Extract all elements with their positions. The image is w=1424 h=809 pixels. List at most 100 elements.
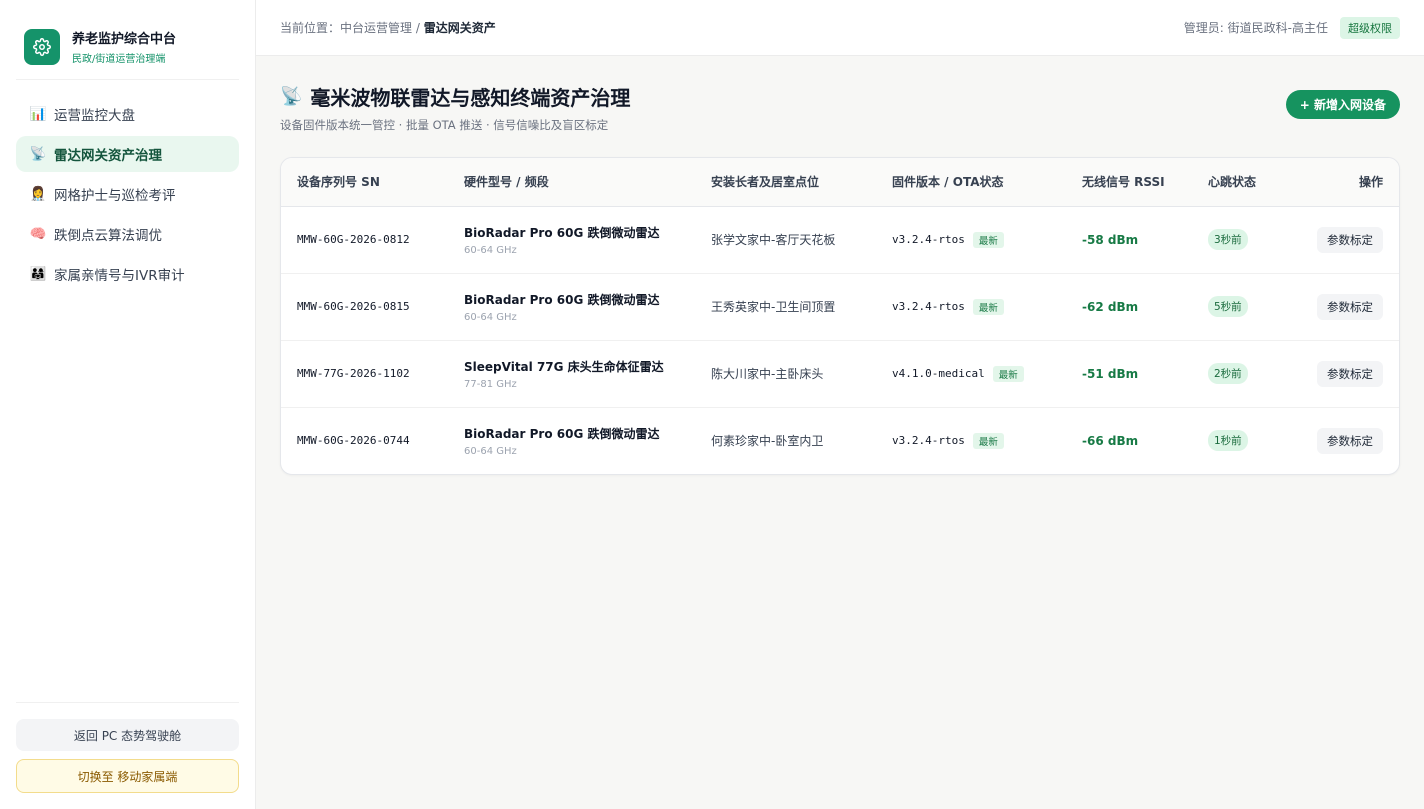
page-header: 📡 毫米波物联雷达与感知终端资产治理 设备固件版本统一管控 · 批量 OTA 推… [280,82,1400,133]
sidebar-item-label: 网格护士与巡检考评 [54,188,176,204]
content: 📡 毫米波物联雷达与感知终端资产治理 设备固件版本统一管控 · 批量 OTA 推… [256,56,1424,501]
back-to-pc-button[interactable]: 返回 PC 态势驾驶舱 [16,719,239,751]
device-sn: MMW-77G-2026-1102 [297,367,410,380]
family-icon: 👨‍👩‍👧 [29,266,47,282]
heartbeat-badge: 2秒前 [1208,363,1248,384]
device-sn: MMW-60G-2026-0815 [297,300,410,313]
firmware-version: v4.1.0-medical [892,367,985,380]
sidebar-item-family-ivr[interactable]: 👨‍👩‍👧 家属亲情号与IVR审计 [16,256,239,292]
table-row: MMW-77G-2026-1102 SleepVital 77G 床头生命体征雷… [281,340,1399,407]
brain-icon: 🧠 [29,226,47,242]
calibrate-button[interactable]: 参数标定 [1317,427,1383,454]
switch-mobile-button[interactable]: 切换至 移动家属端 [16,759,239,793]
main-area: 当前位置：中台运营管理 / 雷达网关资产 管理员: 街道民政科-高主任 超级权限… [256,0,1424,809]
action-cell: 参数标定 [1292,407,1399,474]
device-table-card: 设备序列号 SN 硬件型号 / 频段 安装长者及居室点位 固件版本 / OTA状… [280,157,1400,475]
satellite-dish-icon: 📡 [29,146,47,162]
model-cell: BioRadar Pro 60G 跌倒微动雷达 60-64 GHz [448,273,695,340]
model-cell: BioRadar Pro 60G 跌倒微动雷达 60-64 GHz [448,407,695,474]
breadcrumb-prefix: 当前位置： [280,21,341,35]
heartbeat-cell: 1秒前 [1192,407,1292,474]
ota-status-badge: 最新 [992,365,1024,382]
breadcrumb-separator: / [412,21,424,35]
model-band: 77-81 GHz [464,378,517,390]
heartbeat-badge: 1秒前 [1208,430,1248,452]
bar-chart-icon: 📊 [29,106,47,122]
table-row: MMW-60G-2026-0812 BioRadar Pro 60G 跌倒微动雷… [281,206,1399,273]
sidebar-item-fall-algorithm[interactable]: 🧠 跌倒点云算法调优 [16,216,239,252]
sidebar-item-label: 跌倒点云算法调优 [54,228,162,244]
admin-label: 管理员: 街道民政科-高主任 [1183,21,1328,35]
column-header-location: 安装长者及居室点位 [711,175,820,190]
column-header-firmware: 固件版本 / OTA状态 [892,175,1004,190]
admin-info: 管理员: 街道民政科-高主任 超级权限 [1183,16,1400,39]
ota-status-badge: 最新 [972,231,1004,248]
install-location: 何素珍家中-卧室内卫 [711,434,824,449]
column-header-heartbeat: 心跳状态 [1208,175,1257,190]
action-cell: 参数标定 [1292,273,1399,340]
device-table: 设备序列号 SN 硬件型号 / 频段 安装长者及居室点位 固件版本 / OTA状… [281,158,1399,474]
firmware-version: v3.2.4-rtos [892,233,965,246]
column-header-rssi: 无线信号 RSSI [1082,175,1165,190]
calibrate-button[interactable]: 参数标定 [1317,360,1383,387]
column-header-actions: 操作 [1358,175,1383,190]
column-header-sn: 设备序列号 SN [297,175,380,190]
sidebar-footer: 返回 PC 态势驾驶舱 切换至 移动家属端 [16,702,239,809]
add-device-button[interactable]: + 新增入网设备 [1285,90,1400,119]
page-subtitle: 设备固件版本统一管控 · 批量 OTA 推送 · 信号信噪比及盲区标定 [280,118,609,132]
model-name: BioRadar Pro 60G 跌倒微动雷达 [464,225,660,240]
install-location: 王秀英家中-卫生间顶置 [711,300,836,314]
topbar: 当前位置：中台运营管理 / 雷达网关资产 管理员: 街道民政科-高主任 超级权限 [256,0,1424,56]
heartbeat-badge: 3秒前 [1208,229,1248,250]
firmware-cell: v3.2.4-rtos 最新 [876,206,1066,273]
table-row: MMW-60G-2026-0815 BioRadar Pro 60G 跌倒微动雷… [281,273,1399,340]
install-location: 张学文家中-客厅天花板 [711,233,836,247]
heartbeat-cell: 3秒前 [1192,206,1292,273]
satellite-dish-icon: 📡 [280,86,303,107]
device-sn: MMW-60G-2026-0744 [297,434,410,448]
breadcrumb-parent[interactable]: 中台运营管理 [340,21,412,35]
ota-status-badge: 最新 [972,298,1004,315]
brand-subtitle: 民政/街道运营治理端 [72,54,166,65]
gear-icon [24,28,60,65]
heartbeat-cell: 5秒前 [1192,273,1292,340]
sidebar-nav: 📊 运营监控大盘 📡 雷达网关资产治理 👩‍⚕️ 网格护士与巡检考评 🧠 跌倒点… [16,96,239,292]
rssi-value: -58 dBm [1082,232,1139,247]
action-cell: 参数标定 [1292,206,1399,273]
model-band: 60-64 GHz [464,244,517,256]
model-name: BioRadar Pro 60G 跌倒微动雷达 [464,426,660,441]
model-cell: BioRadar Pro 60G 跌倒微动雷达 60-64 GHz [448,206,695,273]
calibrate-button[interactable]: 参数标定 [1317,226,1383,253]
calibrate-button[interactable]: 参数标定 [1317,293,1383,320]
firmware-cell: v3.2.4-rtos 最新 [876,273,1066,340]
sidebar-item-nurse-inspection[interactable]: 👩‍⚕️ 网格护士与巡检考评 [16,176,239,212]
sidebar-item-radar-assets[interactable]: 📡 雷达网关资产治理 [16,136,239,172]
model-band: 60-64 GHz [464,445,517,457]
breadcrumb-current: 雷达网关资产 [423,21,496,35]
nurse-icon: 👩‍⚕️ [29,186,47,202]
heartbeat-cell: 2秒前 [1192,340,1292,407]
sidebar-item-label: 运营监控大盘 [54,108,135,124]
column-header-model: 硬件型号 / 频段 [464,175,549,190]
table-header-row: 设备序列号 SN 硬件型号 / 频段 安装长者及居室点位 固件版本 / OTA状… [281,158,1399,206]
model-band: 60-64 GHz [464,311,517,323]
model-cell: SleepVital 77G 床头生命体征雷达 77-81 GHz [448,340,695,407]
model-name: SleepVital 77G 床头生命体征雷达 [464,359,664,374]
breadcrumb: 当前位置：中台运营管理 / 雷达网关资产 [280,19,496,36]
sidebar-item-label: 家属亲情号与IVR审计 [54,268,185,284]
device-sn: MMW-60G-2026-0812 [297,233,410,246]
firmware-version: v3.2.4-rtos [892,434,965,448]
rssi-value: -51 dBm [1082,366,1139,381]
firmware-version: v3.2.4-rtos [892,300,965,313]
sidebar: 养老监护综合中台 民政/街道运营治理端 📊 运营监控大盘 📡 雷达网关资产治理 … [0,0,256,809]
firmware-cell: v3.2.4-rtos 最新 [876,407,1066,474]
rssi-value: -66 dBm [1082,433,1139,448]
model-name: BioRadar Pro 60G 跌倒微动雷达 [464,292,660,307]
page-title: 毫米波物联雷达与感知终端资产治理 [310,86,631,110]
brand: 养老监护综合中台 民政/街道运营治理端 [16,0,239,80]
sidebar-item-dashboard[interactable]: 📊 运营监控大盘 [16,96,239,132]
action-cell: 参数标定 [1292,340,1399,407]
role-badge: 超级权限 [1340,16,1400,39]
table-row: MMW-60G-2026-0744 BioRadar Pro 60G 跌倒微动雷… [281,407,1399,474]
rssi-value: -62 dBm [1082,299,1139,314]
